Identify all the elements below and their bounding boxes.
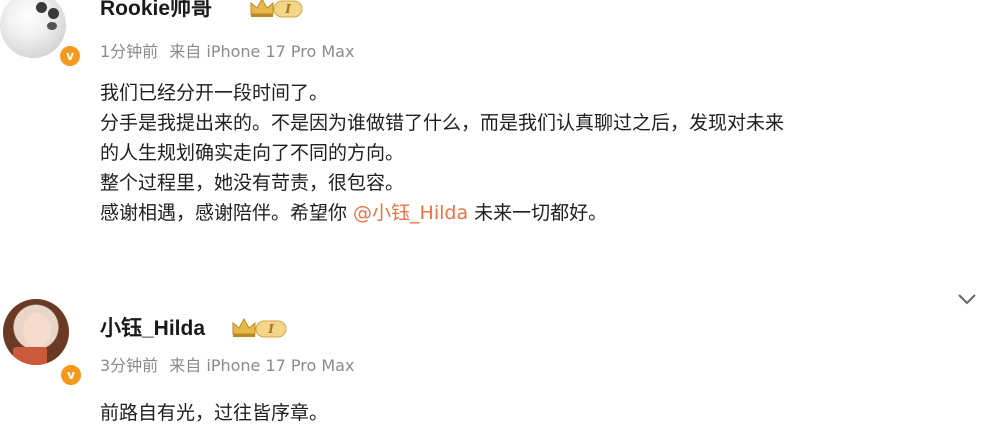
post-line: 我们已经分开一段时间了。 [100,82,329,104]
avatar[interactable] [0,0,66,58]
verified-v-icon: v [58,44,82,68]
mention-link[interactable]: @小钰_Hilda [353,202,468,224]
crown-level-icon[interactable]: I [230,316,290,340]
post-source: 来自 iPhone 17 Pro Max [169,356,355,375]
post-line-text: 未来一切都好。 [468,202,608,224]
post-line-text: 感谢相遇，感谢陪伴。希望你 [100,202,354,224]
post-meta: 1分钟前 来自 iPhone 17 Pro Max [100,38,354,62]
post-line: 的人生规划确实走向了不同的方向。 [100,142,405,164]
post-line: 感谢相遇，感谢陪伴。希望你 @小钰_Hilda 未来一切都好。 [100,198,784,228]
avatar[interactable] [3,299,69,365]
post-source: 来自 iPhone 17 Pro Max [169,42,355,61]
crown-level-icon[interactable]: I [248,0,304,20]
post-time: 1分钟前 [100,42,159,61]
username[interactable]: 小钰_Hilda [100,312,205,342]
post-meta: 3分钟前 来自 iPhone 17 Pro Max [100,352,354,376]
username[interactable]: Rookie帅哥 [100,0,212,22]
post-time: 3分钟前 [100,356,159,375]
post-line: 分手是我提出来的。不是因为谁做错了什么，而是我们认真聊过之后，发现对未来 [100,112,785,134]
verified-v-icon: v [59,363,83,387]
svg-text:I: I [267,322,274,336]
chevron-down-icon[interactable] [956,292,978,306]
post-line: 整个过程里，她没有苛责，很包容。 [100,172,405,194]
post-body: 我们已经分开一段时间了。 分手是我提出来的。不是因为谁做错了什么，而是我们认真聊… [100,78,784,228]
post-rookie: v Rookie帅哥 I 1分钟前 来自 iPhone 17 Pro Max 我… [0,0,992,280]
svg-text:I: I [284,2,291,16]
post-line: 前路自有光，过往皆序章。 [100,402,329,424]
post-body: 前路自有光，过往皆序章。 [100,398,328,428]
